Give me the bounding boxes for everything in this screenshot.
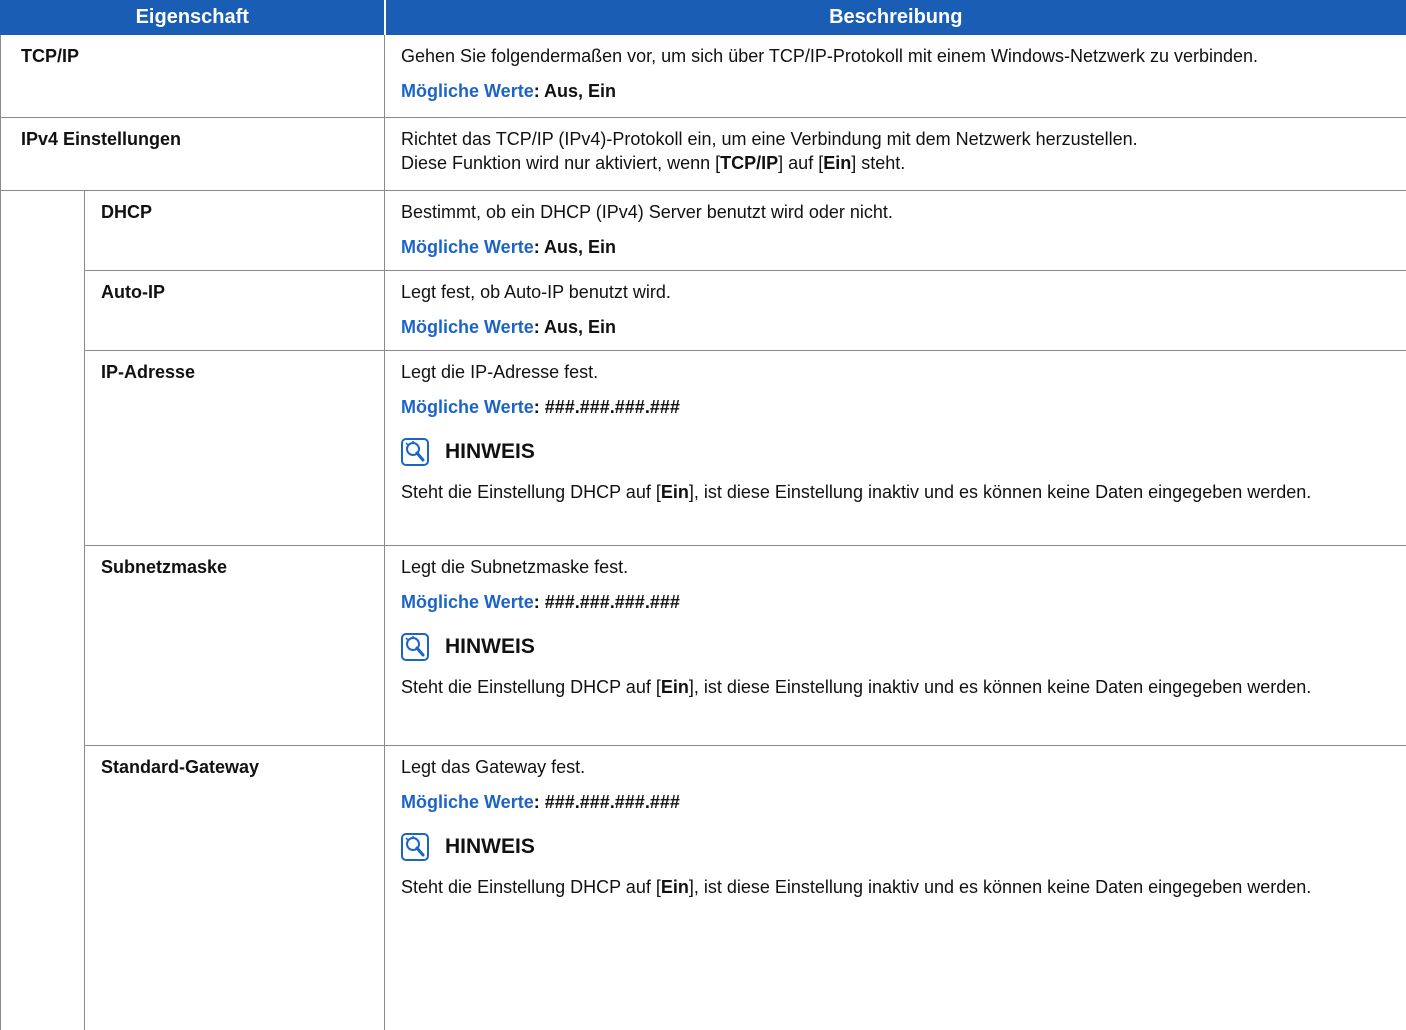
column-header-property: Eigenschaft (1, 1, 385, 35)
bold-term: Ein (661, 677, 689, 697)
possible-values-label: Mögliche Werte (401, 397, 534, 417)
property-cell: Subnetzmaske (85, 546, 385, 746)
text-fragment: Steht die Einstellung DHCP auf [ (401, 482, 661, 502)
description-text: Bestimmt, ob ein DHCP (IPv4) Server benu… (401, 200, 1392, 224)
note-text: Steht die Einstellung DHCP auf [Ein], is… (401, 675, 1392, 699)
note-heading: HINWEIS (401, 633, 1392, 661)
indent-gutter (1, 191, 85, 1030)
note-heading: HINWEIS (401, 438, 1392, 466)
bold-term: Ein (661, 877, 689, 897)
property-cell: IP-Adresse (85, 351, 385, 546)
note-title: HINWEIS (445, 635, 535, 659)
bold-term: Ein (823, 153, 851, 173)
table-row: DHCP Bestimmt, ob ein DHCP (IPv4) Server… (1, 191, 1406, 271)
property-name: TCP/IP (1, 35, 384, 67)
property-cell: DHCP (85, 191, 385, 271)
possible-values: Mögliche Werte: Aus, Ein (401, 79, 1392, 103)
note-text: Steht die Einstellung DHCP auf [Ein], is… (401, 875, 1392, 899)
property-cell: Standard-Gateway (85, 746, 385, 1030)
description-cell: Legt fest, ob Auto-IP benutzt wird. Mögl… (385, 271, 1406, 351)
property-name: DHCP (85, 191, 384, 223)
text-fragment: Diese Funktion wird nur aktiviert, wenn … (401, 153, 720, 173)
possible-values-label: Mögliche Werte (401, 81, 534, 101)
description-text: Gehen Sie folgendermaßen vor, um sich üb… (401, 44, 1392, 68)
description-cell: Legt das Gateway fest. Mögliche Werte: #… (385, 746, 1406, 1030)
description-text: Legt das Gateway fest. (401, 755, 1392, 779)
possible-values: Mögliche Werte: ###.###.###.### (401, 590, 1392, 614)
text-fragment: Steht die Einstellung DHCP auf [ (401, 877, 661, 897)
text-fragment: ], ist diese Einstellung inaktiv und es … (689, 877, 1311, 897)
possible-values-value: Aus, Ein (544, 317, 616, 337)
possible-values-label: Mögliche Werte (401, 237, 534, 257)
text-fragment: Steht die Einstellung DHCP auf [ (401, 677, 661, 697)
property-name: IP-Adresse (85, 351, 384, 383)
possible-values: Mögliche Werte: ###.###.###.### (401, 790, 1392, 814)
property-name: Auto-IP (85, 271, 384, 303)
possible-values-value: ###.###.###.### (545, 792, 680, 812)
table-row: Auto-IP Legt fest, ob Auto-IP benutzt wi… (1, 271, 1406, 351)
property-name: Standard-Gateway (85, 746, 384, 778)
hint-lightbulb-icon (401, 833, 429, 861)
possible-values: Mögliche Werte: Aus, Ein (401, 235, 1392, 259)
hint-lightbulb-icon (401, 438, 429, 466)
table-header-row: Eigenschaft Beschreibung (1, 1, 1406, 35)
note-heading: HINWEIS (401, 833, 1392, 861)
property-cell: IPv4 Einstellungen (1, 118, 385, 191)
property-name: Subnetzmaske (85, 546, 384, 578)
text-fragment: ] steht. (851, 153, 905, 173)
description-text: Legt die Subnetzmaske fest. (401, 555, 1392, 579)
description-cell: Legt die IP-Adresse fest. Mögliche Werte… (385, 351, 1406, 546)
property-cell: TCP/IP (1, 35, 385, 118)
description-text: Legt die IP-Adresse fest. (401, 360, 1392, 384)
property-name: IPv4 Einstellungen (1, 118, 384, 150)
note-title: HINWEIS (445, 440, 535, 464)
table-row: Standard-Gateway Legt das Gateway fest. … (1, 746, 1406, 1030)
possible-values: Mögliche Werte: ###.###.###.### (401, 395, 1392, 419)
possible-values-label: Mögliche Werte (401, 317, 534, 337)
note-title: HINWEIS (445, 835, 535, 859)
table-row: TCP/IP Gehen Sie folgendermaßen vor, um … (1, 35, 1406, 118)
possible-values-value: Aus, Ein (544, 237, 616, 257)
column-header-description: Beschreibung (385, 1, 1406, 35)
description-cell: Legt die Subnetzmaske fest. Mögliche Wer… (385, 546, 1406, 746)
table-row: IP-Adresse Legt die IP-Adresse fest. Mög… (1, 351, 1406, 546)
text-fragment: ], ist diese Einstellung inaktiv und es … (689, 677, 1311, 697)
possible-values: Mögliche Werte: Aus, Ein (401, 315, 1392, 339)
property-cell: Auto-IP (85, 271, 385, 351)
bold-term: TCP/IP (720, 153, 778, 173)
possible-values-value: ###.###.###.### (545, 592, 680, 612)
description-cell: Richtet das TCP/IP (IPv4)-Protokoll ein,… (385, 118, 1406, 191)
description-text: Richtet das TCP/IP (IPv4)-Protokoll ein,… (401, 127, 1392, 151)
description-text: Diese Funktion wird nur aktiviert, wenn … (401, 151, 1392, 175)
settings-table: Eigenschaft Beschreibung TCP/IP Gehen Si… (0, 0, 1406, 1030)
text-fragment: ], ist diese Einstellung inaktiv und es … (689, 482, 1311, 502)
description-cell: Bestimmt, ob ein DHCP (IPv4) Server benu… (385, 191, 1406, 271)
table-row: Subnetzmaske Legt die Subnetzmaske fest.… (1, 546, 1406, 746)
possible-values-value: ###.###.###.### (545, 397, 680, 417)
possible-values-label: Mögliche Werte (401, 792, 534, 812)
hint-lightbulb-icon (401, 633, 429, 661)
table-row: IPv4 Einstellungen Richtet das TCP/IP (I… (1, 118, 1406, 191)
text-fragment: ] auf [ (778, 153, 823, 173)
bold-term: Ein (661, 482, 689, 502)
description-cell: Gehen Sie folgendermaßen vor, um sich üb… (385, 35, 1406, 118)
possible-values-label: Mögliche Werte (401, 592, 534, 612)
possible-values-value: Aus, Ein (544, 81, 616, 101)
description-text: Legt fest, ob Auto-IP benutzt wird. (401, 280, 1392, 304)
note-text: Steht die Einstellung DHCP auf [Ein], is… (401, 480, 1392, 504)
